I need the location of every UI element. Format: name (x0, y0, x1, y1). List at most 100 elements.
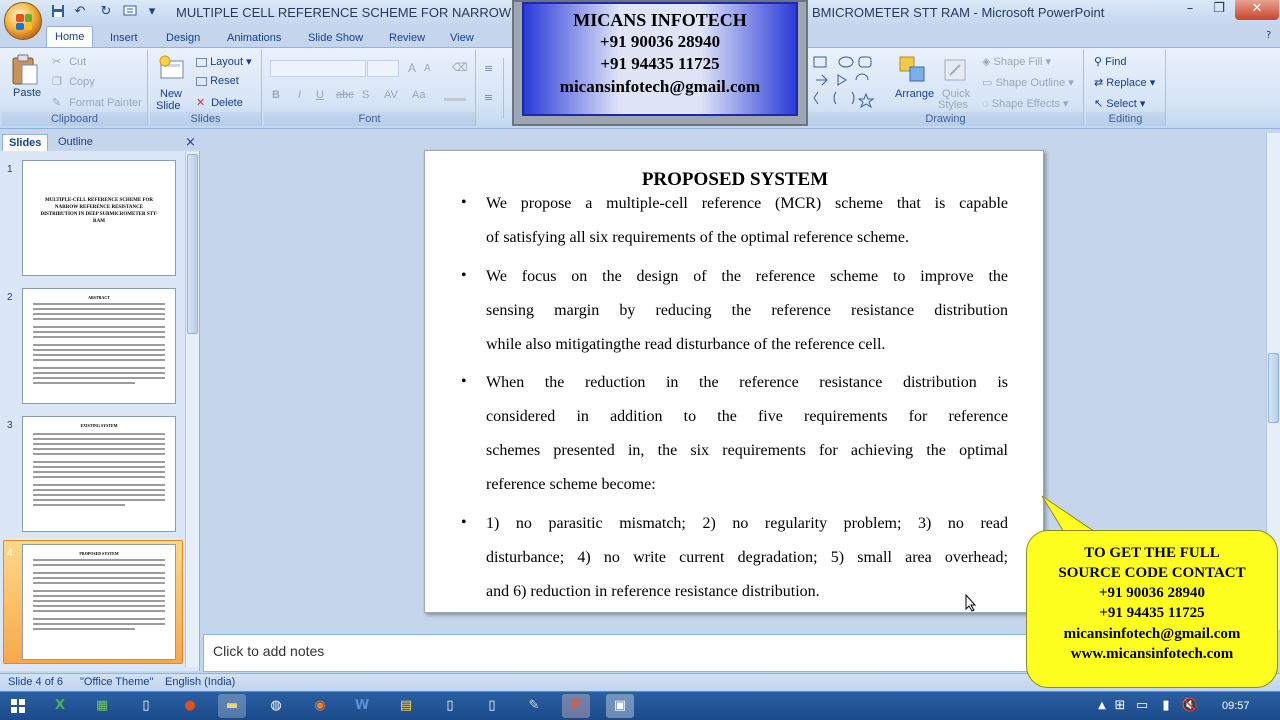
globe-taskbar-icon[interactable]: ◍ (262, 694, 290, 718)
paste-button[interactable]: Paste (13, 87, 41, 99)
repeat-icon[interactable]: ↻ (98, 4, 114, 20)
copy-button[interactable]: ❐ Copy (52, 75, 95, 89)
status-language[interactable]: English (India) (165, 676, 235, 688)
thumb-1-title: MULTIPLE-CELL REFERENCE SCHEME FOR NARRO… (40, 198, 158, 224)
shapes-gallery[interactable] (812, 54, 882, 110)
close-window-button[interactable]: ✕ (1235, 0, 1279, 20)
tab-animations[interactable]: Animations (219, 29, 289, 47)
shape-effects-button[interactable]: ◌ Shape Effects ▾ (982, 97, 1068, 110)
tool-taskbar-icon[interactable]: ✎ (520, 694, 548, 718)
shadow-button[interactable]: S (362, 89, 369, 101)
notes-taskbar-icon[interactable]: ▯ (478, 694, 506, 718)
delete-button[interactable]: ✕ Delete (196, 96, 243, 110)
arrange-button[interactable]: Arrange (895, 88, 934, 100)
slide-scroll-thumb[interactable] (1268, 353, 1279, 423)
powerpoint-taskbar-icon[interactable]: P (562, 694, 590, 718)
mouse-cursor-icon (965, 594, 977, 612)
bullet-2[interactable]: We focus on the design of the reference … (486, 260, 1008, 362)
select-button[interactable]: ↖ Select ▾ (1094, 97, 1145, 110)
slides-pane-scroll-thumb[interactable] (187, 154, 198, 334)
clear-format-icon[interactable]: ⌫ (452, 61, 468, 74)
shape-outline-button[interactable]: ▭ Shape Outline ▾ (982, 76, 1074, 89)
quick-styles-icon[interactable] (942, 57, 968, 83)
bullet-4[interactable]: 1) no parasitic mismatch; 2) no regulari… (486, 507, 1008, 609)
strikethrough-button[interactable]: abc (336, 89, 354, 101)
format-painter-button[interactable]: ✎ Format Painter (52, 96, 142, 110)
current-slide[interactable]: PROPOSED SYSTEM • We propose a multiple-… (424, 150, 1044, 613)
shrink-font-icon[interactable]: A (424, 63, 431, 74)
char-spacing-button[interactable]: AV (384, 89, 398, 101)
firefox-taskbar-icon[interactable]: ◉ (306, 694, 334, 718)
cut-button[interactable]: ✂ Cut (52, 55, 86, 69)
font-color-icon[interactable] (444, 89, 466, 101)
qat-dropdown-icon[interactable]: ▾ (144, 4, 160, 20)
find-button[interactable]: ⚲ Find (1094, 55, 1127, 68)
tab-insert[interactable]: Insert (102, 29, 146, 47)
callout-line-1: TO GET THE FULL (1084, 545, 1220, 561)
shape-fill-label: Shape Fill (993, 56, 1043, 68)
tab-design[interactable]: Design (158, 29, 208, 47)
spreadsheet-taskbar-icon[interactable]: ▦ (88, 694, 116, 718)
save-icon[interactable] (50, 4, 66, 20)
shape-fill-button[interactable]: ◈ Shape Fill ▾ (982, 55, 1051, 68)
document-taskbar-icon[interactable]: ▯ (436, 694, 464, 718)
new-slide-icon[interactable] (158, 55, 186, 85)
slides-pane-scrollbar[interactable] (185, 152, 199, 667)
help-icon[interactable]: ? (1266, 30, 1278, 42)
bullets-icon[interactable]: ≡ (484, 62, 503, 75)
paste-icon[interactable] (10, 54, 44, 86)
tab-home[interactable]: Home (46, 26, 94, 48)
slideshow-qat-icon[interactable] (122, 4, 138, 20)
reset-button[interactable]: Reset (196, 75, 239, 87)
bullet-3[interactable]: When the reduction in the reference resi… (486, 366, 1008, 502)
grow-font-icon[interactable]: A (408, 61, 416, 75)
italic-button[interactable]: I (298, 89, 301, 101)
align-left-icon[interactable]: ≡ (484, 91, 503, 104)
status-slide-count: Slide 4 of 6 (8, 676, 64, 688)
office-button[interactable] (4, 2, 42, 40)
bullet-3-line: When the reduction in the reference resi… (486, 374, 1008, 391)
excel-taskbar-icon[interactable]: X (46, 694, 74, 718)
slide-thumbnail-1[interactable]: MULTIPLE-CELL REFERENCE SCHEME FOR NARRO… (22, 160, 176, 276)
slide-thumbnail-2[interactable]: ABSTRACT (22, 288, 176, 404)
tray-volume-icon[interactable]: 🔇 (1176, 694, 1204, 718)
underline-button[interactable]: U (316, 89, 324, 101)
tab-outline[interactable]: Outline (52, 134, 99, 151)
bullet-4-line: disturbance; 4) no write current degrada… (486, 549, 1008, 566)
taskbar-clock[interactable]: 09:57 (1222, 700, 1250, 712)
font-size-input[interactable] (367, 60, 399, 77)
bold-button[interactable]: B (272, 89, 280, 101)
explorer-taskbar-icon[interactable]: ▤ (392, 694, 420, 718)
minimize-button[interactable]: – (1176, 0, 1204, 20)
callout-phone-1: +91 90036 28940 (1098, 585, 1206, 601)
word-taskbar-icon[interactable]: W (348, 694, 376, 718)
restore-button[interactable]: ❐ (1205, 0, 1233, 20)
slide-number-3: 3 (7, 420, 13, 431)
replace-button[interactable]: ⇄ Replace ▾ (1094, 76, 1155, 89)
callout-website: www.micansinfotech.com (1070, 646, 1234, 662)
copy-label: Copy (69, 75, 95, 88)
pane-close-icon[interactable]: × (185, 135, 196, 150)
font-name-input[interactable] (270, 60, 366, 77)
file-taskbar-icon[interactable]: ▯ (132, 694, 160, 718)
new-slide-label-2[interactable]: Slide (156, 100, 180, 112)
bullet-1[interactable]: We propose a multiple-cell reference (MC… (486, 187, 1008, 255)
arrange-icon[interactable] (898, 55, 930, 85)
layout-button[interactable]: Layout ▾ (196, 55, 252, 68)
bullet-1-line: We propose a multiple-cell reference (MC… (486, 195, 1008, 212)
undo-icon[interactable]: ↶ (72, 4, 88, 20)
app-taskbar-icon[interactable]: ● (176, 694, 204, 718)
slide-thumbnail-3[interactable]: EXISTING SYSTEM (22, 416, 176, 532)
slide-thumbnail-4[interactable]: PROPOSED SYSTEM (22, 544, 176, 660)
tab-review[interactable]: Review (381, 29, 433, 47)
change-case-button[interactable]: Aa (412, 89, 425, 101)
new-slide-label-1[interactable]: New (160, 88, 182, 100)
start-button[interactable] (4, 694, 32, 718)
quick-styles-label-2[interactable]: Styles (938, 99, 968, 111)
notes-placeholder[interactable]: Click to add notes (213, 643, 324, 659)
tab-view[interactable]: View (442, 29, 482, 47)
tab-slides[interactable]: Slides (2, 134, 49, 151)
tab-slide-show[interactable]: Slide Show (300, 29, 371, 47)
folder-taskbar-icon[interactable]: ▬ (218, 694, 246, 718)
slideshow-taskbar-icon[interactable]: ▣ (606, 694, 634, 718)
